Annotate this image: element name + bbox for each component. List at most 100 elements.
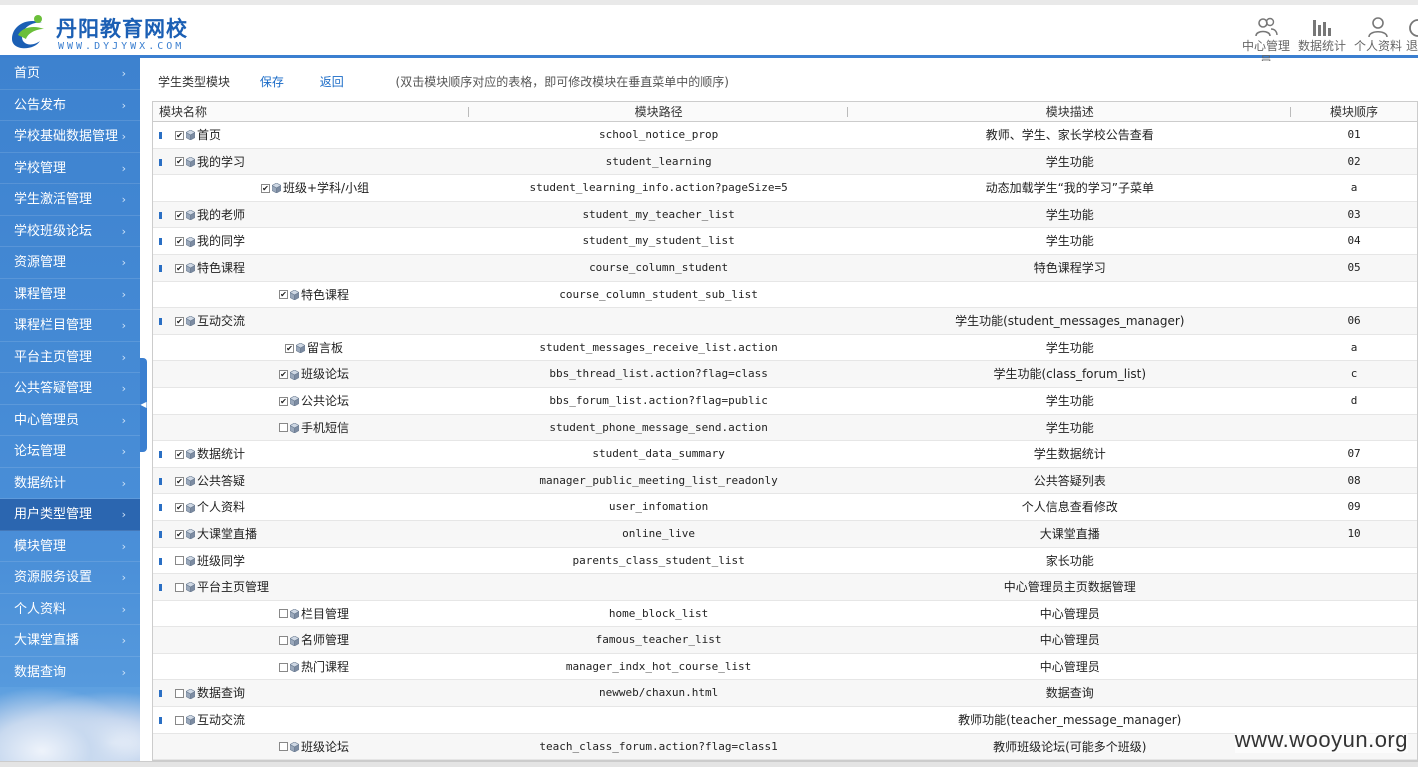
cell-module-order[interactable]: 08 [1291, 468, 1417, 494]
sidebar-item[interactable]: 课程栏目管理 › [0, 310, 140, 342]
cell-module-order[interactable]: a [1291, 335, 1417, 361]
sidebar-collapse-toggle[interactable]: ◀ [140, 358, 147, 452]
table-row[interactable]: 名师管理 famous_teacher_list 中心管理员 [153, 627, 1417, 654]
expand-marker-icon[interactable] [159, 530, 162, 538]
expand-marker-icon[interactable] [159, 451, 162, 459]
expand-marker-icon[interactable] [159, 584, 162, 592]
horizontal-scrollbar[interactable] [0, 761, 1418, 767]
sidebar-item[interactable]: 课程管理 › [0, 279, 140, 310]
sidebar-item[interactable]: 学生激活管理 › [0, 184, 140, 216]
table-row[interactable]: 手机短信 student_phone_message_send.action 学生功… [153, 414, 1417, 442]
cell-module-order[interactable] [1291, 548, 1417, 574]
table-row[interactable]: 数据查询 newweb/chaxun.html 数据查询 [153, 680, 1417, 708]
nav-data-stats[interactable]: 数据统计 [1294, 11, 1350, 61]
cell-module-order[interactable]: 09 [1291, 494, 1417, 520]
expand-marker-icon[interactable] [159, 557, 162, 565]
cell-module-order[interactable]: 01 [1291, 122, 1417, 148]
table-row[interactable]: ✔ 数据统计 student_data_summary 学生数据统计 07 [153, 441, 1417, 468]
table-row[interactable]: ✔ 留言板 student_messages_receive_list.action… [153, 335, 1417, 362]
cell-module-order[interactable] [1291, 574, 1417, 600]
module-checkbox[interactable]: ✔ [175, 503, 184, 513]
expand-marker-icon[interactable] [159, 318, 162, 326]
cell-module-order[interactable]: 04 [1291, 228, 1417, 254]
expand-marker-icon[interactable] [159, 717, 162, 725]
col-header-path[interactable]: 模块路径 [469, 102, 849, 121]
module-checkbox[interactable] [175, 715, 184, 725]
table-row[interactable]: 班级论坛 teach_class_forum.action?flag=class1… [153, 733, 1417, 760]
module-checkbox[interactable]: ✔ [175, 529, 184, 539]
sidebar-item[interactable]: 学校管理 › [0, 153, 140, 184]
cell-module-order[interactable] [1291, 680, 1417, 706]
sidebar-item[interactable]: 个人资料 › [0, 594, 140, 625]
expand-marker-icon[interactable] [159, 211, 162, 219]
sidebar-item[interactable]: 模块管理 › [0, 531, 140, 562]
module-checkbox[interactable]: ✔ [279, 290, 288, 300]
table-row[interactable]: ✔ 我的学习 student_learning 学生功能 02 [153, 148, 1417, 176]
sidebar-item[interactable]: 大课堂直播 › [0, 625, 140, 657]
sidebar-item[interactable]: 学校班级论坛 › [0, 216, 140, 247]
sidebar-item[interactable]: 公共答疑管理 › [0, 373, 140, 405]
module-checkbox[interactable] [175, 556, 184, 566]
table-row[interactable]: ✔ 我的同学 student_my_student_list 学生功能 04 [153, 228, 1417, 255]
table-row[interactable]: ✔ 特色课程 course_column_student 特色课程学习 05 [153, 254, 1417, 282]
sidebar-item[interactable]: 数据统计 › [0, 468, 140, 499]
cell-module-order[interactable]: d [1291, 388, 1417, 414]
save-button[interactable]: 保存 [260, 75, 284, 89]
sidebar-item[interactable]: 用户类型管理 › [0, 499, 140, 531]
cell-module-order[interactable]: 05 [1291, 255, 1417, 281]
col-header-desc[interactable]: 模块描述 [848, 102, 1292, 121]
module-checkbox[interactable]: ✔ [175, 237, 184, 247]
sidebar-item[interactable]: 公告发布 › [0, 90, 140, 121]
module-checkbox[interactable]: ✔ [279, 396, 288, 406]
table-row[interactable]: 互动交流 教师功能(teacher_message_manager) [153, 707, 1417, 734]
cell-module-order[interactable] [1291, 282, 1417, 308]
module-checkbox[interactable] [279, 423, 288, 433]
table-row[interactable]: ✔ 大课堂直播 online_live 大课堂直播 10 [153, 520, 1417, 548]
module-checkbox[interactable] [175, 582, 184, 592]
module-checkbox[interactable]: ✔ [175, 263, 184, 273]
table-row[interactable]: ✔ 互动交流 学生功能(student_messages_manager) 06 [153, 308, 1417, 335]
sidebar-item[interactable]: 数据查询 › [0, 657, 140, 688]
module-checkbox[interactable]: ✔ [175, 130, 184, 140]
cell-module-order[interactable]: a [1291, 175, 1417, 201]
nav-profile[interactable]: 个人资料 [1350, 11, 1406, 61]
expand-marker-icon[interactable] [159, 132, 162, 139]
module-checkbox[interactable]: ✔ [175, 316, 184, 326]
cell-module-order[interactable]: 02 [1291, 149, 1417, 175]
cell-module-order[interactable]: 10 [1291, 521, 1417, 547]
cell-module-order[interactable]: c [1291, 361, 1417, 387]
module-checkbox[interactable]: ✔ [279, 370, 288, 380]
table-row[interactable]: ✔ 班级论坛 bbs_thread_list.action?flag=class 学生… [153, 361, 1417, 388]
nav-center-admin[interactable]: 中心管理员 [1238, 11, 1294, 61]
module-checkbox[interactable] [279, 609, 288, 619]
nav-logout[interactable]: 退 [1406, 11, 1418, 61]
module-checkbox[interactable]: ✔ [285, 343, 294, 353]
module-checkbox[interactable] [279, 636, 288, 646]
table-row[interactable]: ✔ 首页 school_notice_prop 教师、学生、家长学校公告查看 01 [153, 122, 1417, 149]
sidebar-item[interactable]: 资源管理 › [0, 247, 140, 279]
module-checkbox[interactable] [279, 662, 288, 672]
table-row[interactable]: ✔ 我的老师 student_my_teacher_list 学生功能 03 [153, 201, 1417, 229]
sidebar-item[interactable]: 首页 › [0, 58, 140, 90]
cell-module-order[interactable]: 03 [1291, 202, 1417, 228]
module-checkbox[interactable]: ✔ [261, 183, 270, 193]
cell-module-order[interactable]: 06 [1291, 308, 1417, 334]
module-checkbox[interactable] [175, 689, 184, 699]
expand-marker-icon[interactable] [159, 504, 162, 512]
expand-marker-icon[interactable] [159, 238, 162, 246]
expand-marker-icon[interactable] [159, 477, 162, 485]
sidebar-item[interactable]: 资源服务设置 › [0, 562, 140, 594]
table-row[interactable]: 热门课程 manager_indx_hot_course_list 中心管理员 [153, 654, 1417, 681]
sidebar-item[interactable]: 论坛管理 › [0, 436, 140, 468]
table-row[interactable]: ✔ 公共答疑 manager_public_meeting_list_readonl… [153, 467, 1417, 495]
logo[interactable]: 丹阳教育网校 WWW.DYJYWX.COM [8, 11, 248, 55]
module-checkbox[interactable]: ✔ [175, 449, 184, 459]
table-row[interactable]: ✔ 公共论坛 bbs_forum_list.action?flag=public 学生… [153, 388, 1417, 415]
cell-module-order[interactable]: 07 [1291, 441, 1417, 467]
module-checkbox[interactable]: ✔ [175, 210, 184, 220]
back-button[interactable]: 返回 [320, 75, 344, 89]
expand-marker-icon[interactable] [159, 690, 162, 698]
expand-marker-icon[interactable] [159, 264, 162, 272]
table-row[interactable]: 平台主页管理 中心管理员主页数据管理 [153, 574, 1417, 601]
table-row[interactable]: ✔ 个人资料 user_infomation 个人信息查看修改 09 [153, 494, 1417, 521]
